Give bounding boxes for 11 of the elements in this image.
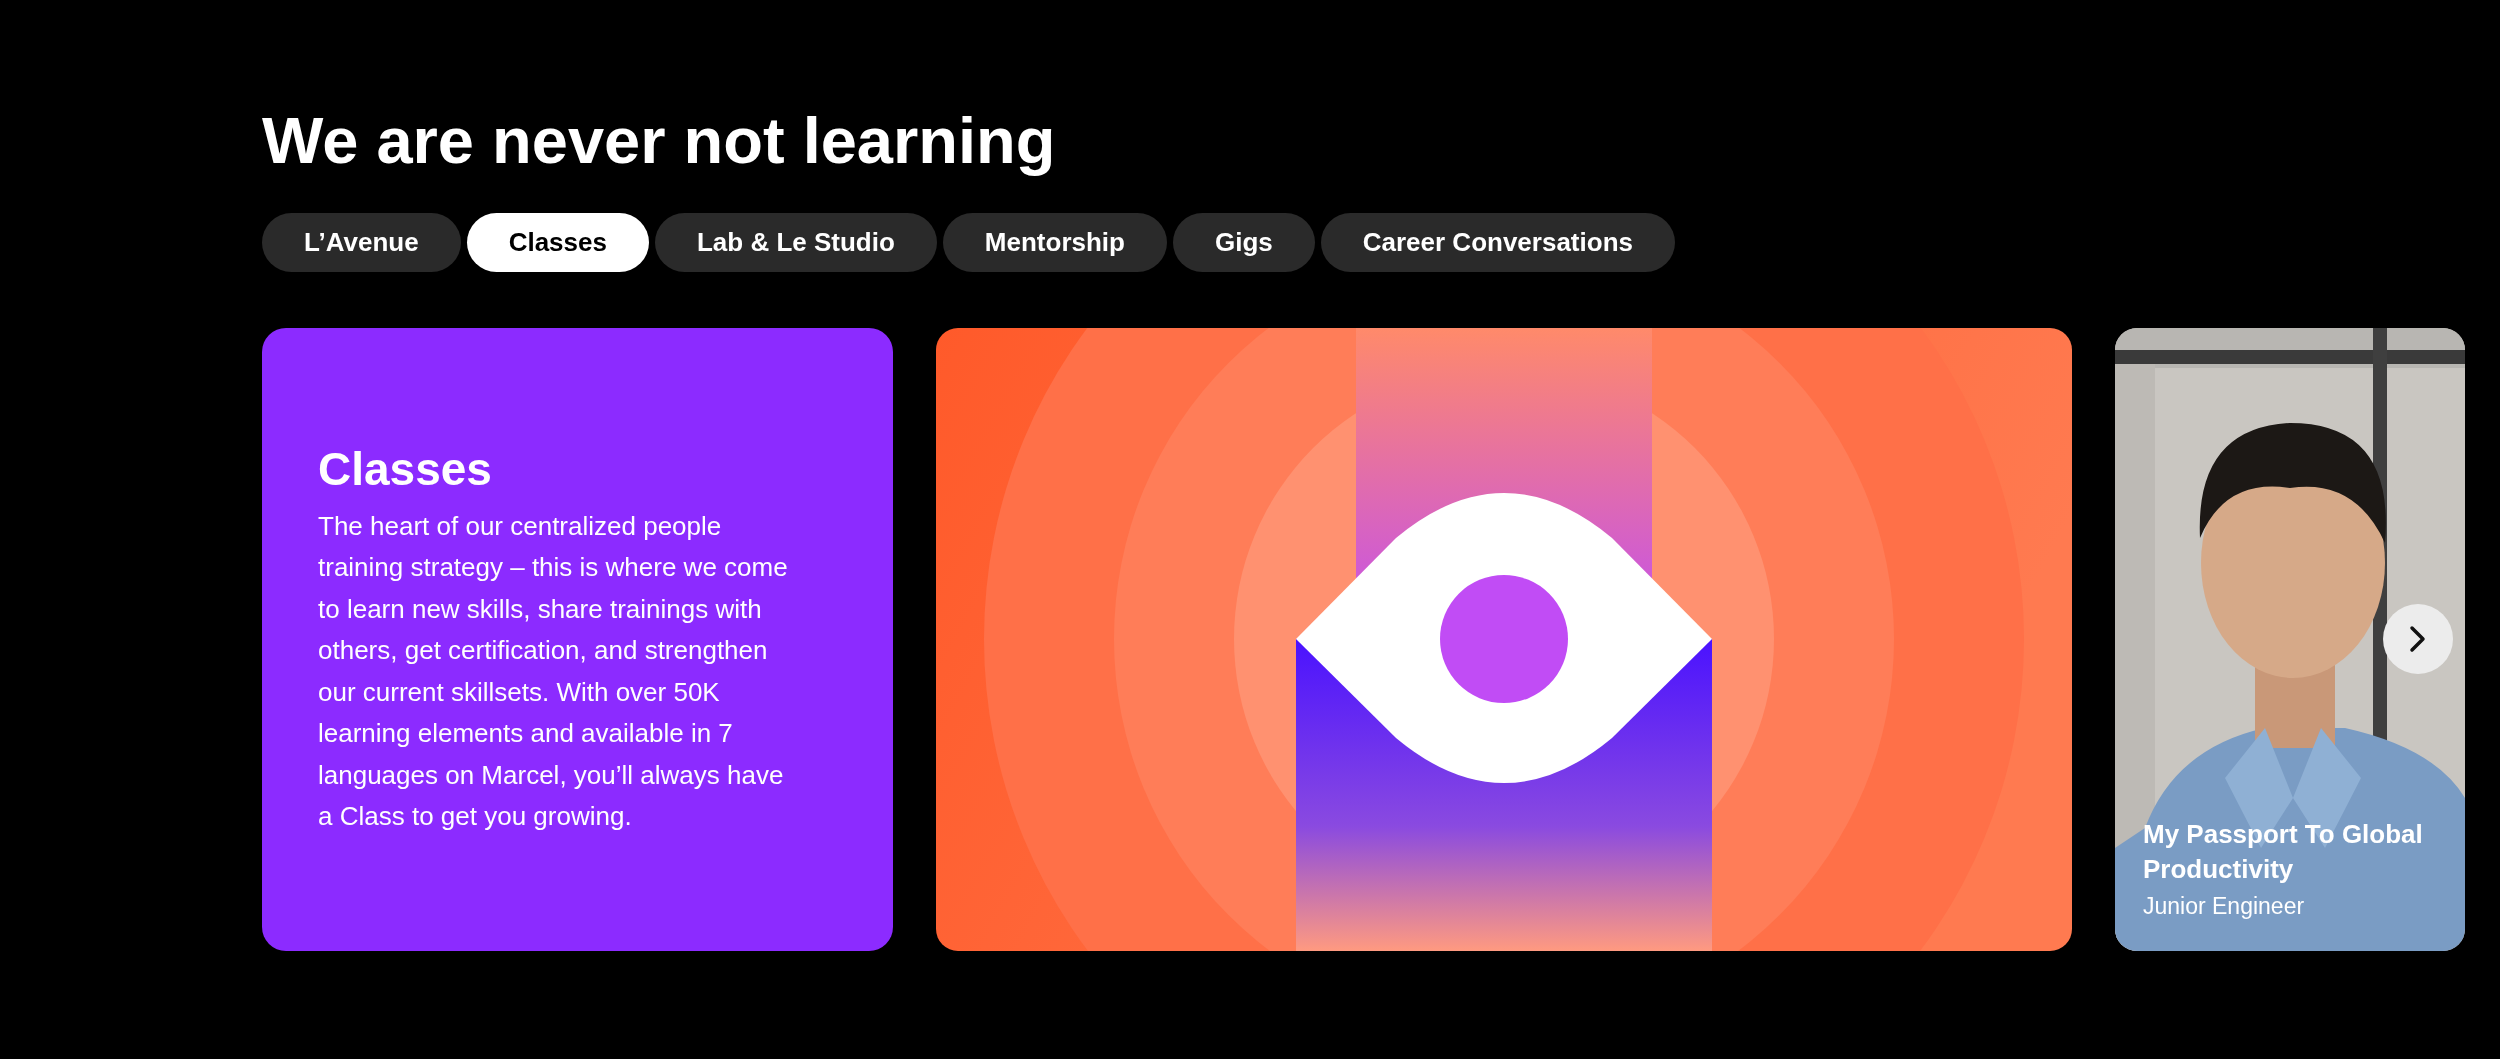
story-title: My Passport To Global Productivity	[2143, 818, 2424, 886]
category-tab[interactable]: Career Conversations	[1320, 213, 1675, 272]
category-tab[interactable]: Classes	[466, 213, 649, 272]
feature-title: Classes	[318, 441, 492, 496]
section-title: We are never not learning	[262, 103, 1056, 179]
category-tab[interactable]: Lab & Le Studio	[654, 213, 937, 272]
story-subtitle: Junior Engineer	[2143, 892, 2306, 921]
category-tab[interactable]: Mentorship	[942, 213, 1167, 272]
category-tab[interactable]: Gigs	[1172, 213, 1315, 272]
category-tab[interactable]: L’Avenue	[262, 213, 461, 272]
feature-text: The heart of our centralized people training strategy – this is where we come to learn new skills, share trainings with others, get certification, and strengthen our current skillsets. With over 50K learning elements and available in 7 languages on Marcel, you’ll always have a Class to get you growing.	[318, 509, 789, 833]
